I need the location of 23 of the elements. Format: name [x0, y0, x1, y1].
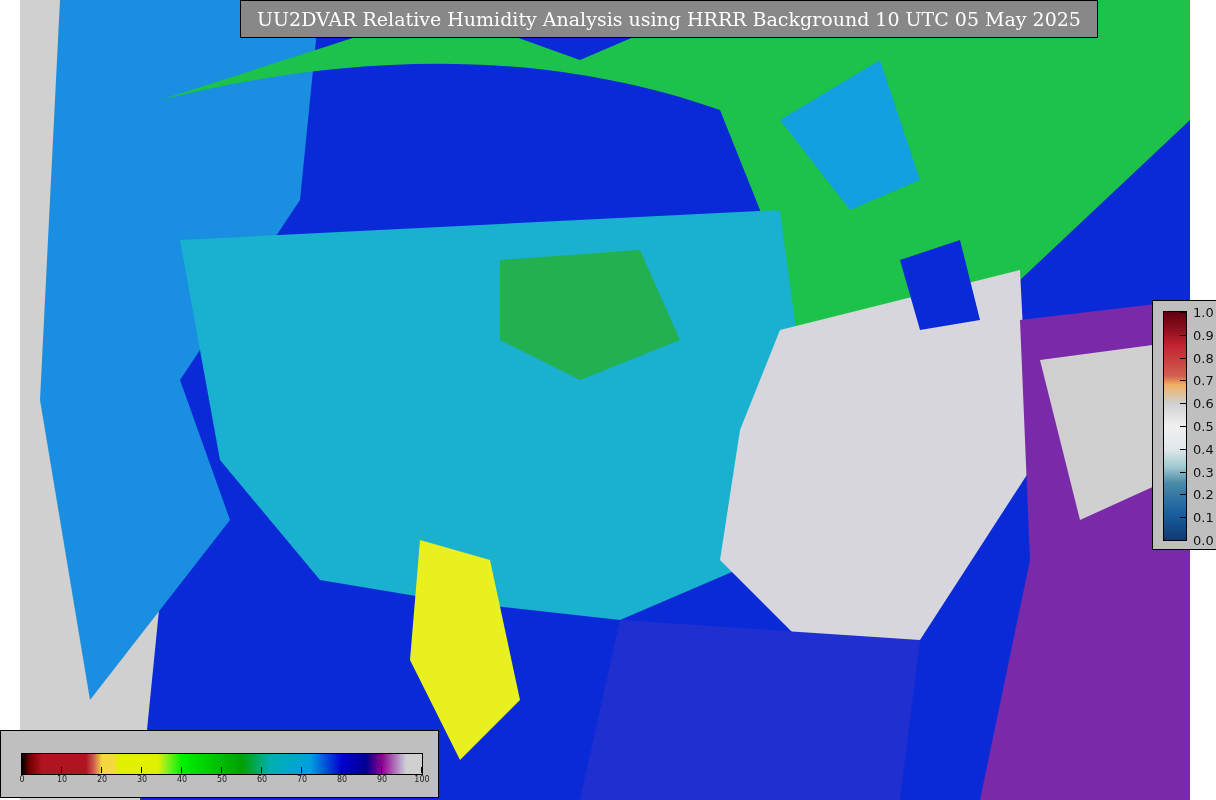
- tick-label: 60: [256, 775, 268, 784]
- tick-label: 50: [216, 775, 228, 784]
- tick-label: 0.8: [1193, 350, 1214, 366]
- tick-label: 0.9: [1193, 327, 1214, 343]
- tick-label: 1.0: [1193, 304, 1214, 320]
- tick-label: 0.7: [1193, 372, 1214, 388]
- tick-label: 10: [56, 775, 68, 784]
- map-title: UU2DVAR Relative Humidity Analysis using HRRR Background 10 UTC 05 May 2025: [240, 0, 1098, 38]
- tick-label: 70: [296, 775, 308, 784]
- tick-label: 20: [96, 775, 108, 784]
- tick-label: 0.3: [1193, 464, 1214, 480]
- tick-label: 30: [136, 775, 148, 784]
- tick-label: 0.2: [1193, 486, 1214, 502]
- tick-label: 90: [376, 775, 388, 784]
- tick-label: 0.4: [1193, 441, 1214, 457]
- tick-label: 0.6: [1193, 395, 1214, 411]
- tick-label: 0.5: [1193, 418, 1214, 434]
- tick-label: 100: [414, 775, 430, 784]
- tick-label: 0: [19, 775, 25, 784]
- tick-label: 40: [176, 775, 188, 784]
- tick-label: 0.1: [1193, 509, 1214, 525]
- tick-label: 80: [336, 775, 348, 784]
- tick-label: 0.0: [1193, 532, 1214, 548]
